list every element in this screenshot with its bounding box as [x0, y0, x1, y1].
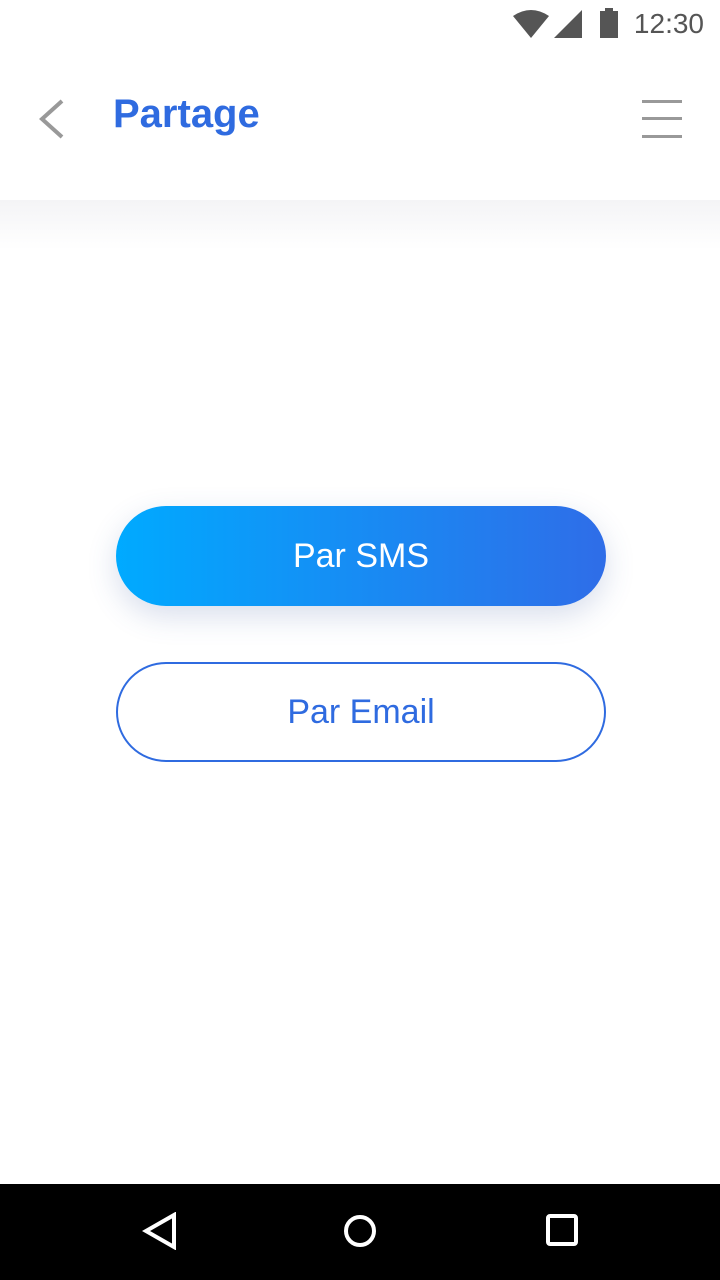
- nav-back-icon[interactable]: [142, 1212, 178, 1250]
- signal-icon: [554, 10, 582, 38]
- header-shadow: [0, 200, 720, 250]
- battery-icon: [600, 8, 618, 38]
- status-time: 12:30: [633, 8, 704, 39]
- wifi-icon: [513, 10, 549, 38]
- page-title: Partage: [113, 92, 260, 136]
- app-header: [0, 48, 720, 200]
- nav-recents-icon[interactable]: [545, 1212, 581, 1250]
- nav-home-icon[interactable]: [342, 1212, 378, 1250]
- android-nav-bar: [0, 1184, 720, 1280]
- share-sms-button[interactable]: Par SMS: [116, 506, 606, 606]
- hamburger-menu-icon[interactable]: [642, 100, 682, 138]
- share-email-button[interactable]: Par Email: [116, 662, 606, 762]
- back-arrow-icon[interactable]: [36, 98, 66, 140]
- status-bar: 12:30: [0, 0, 720, 48]
